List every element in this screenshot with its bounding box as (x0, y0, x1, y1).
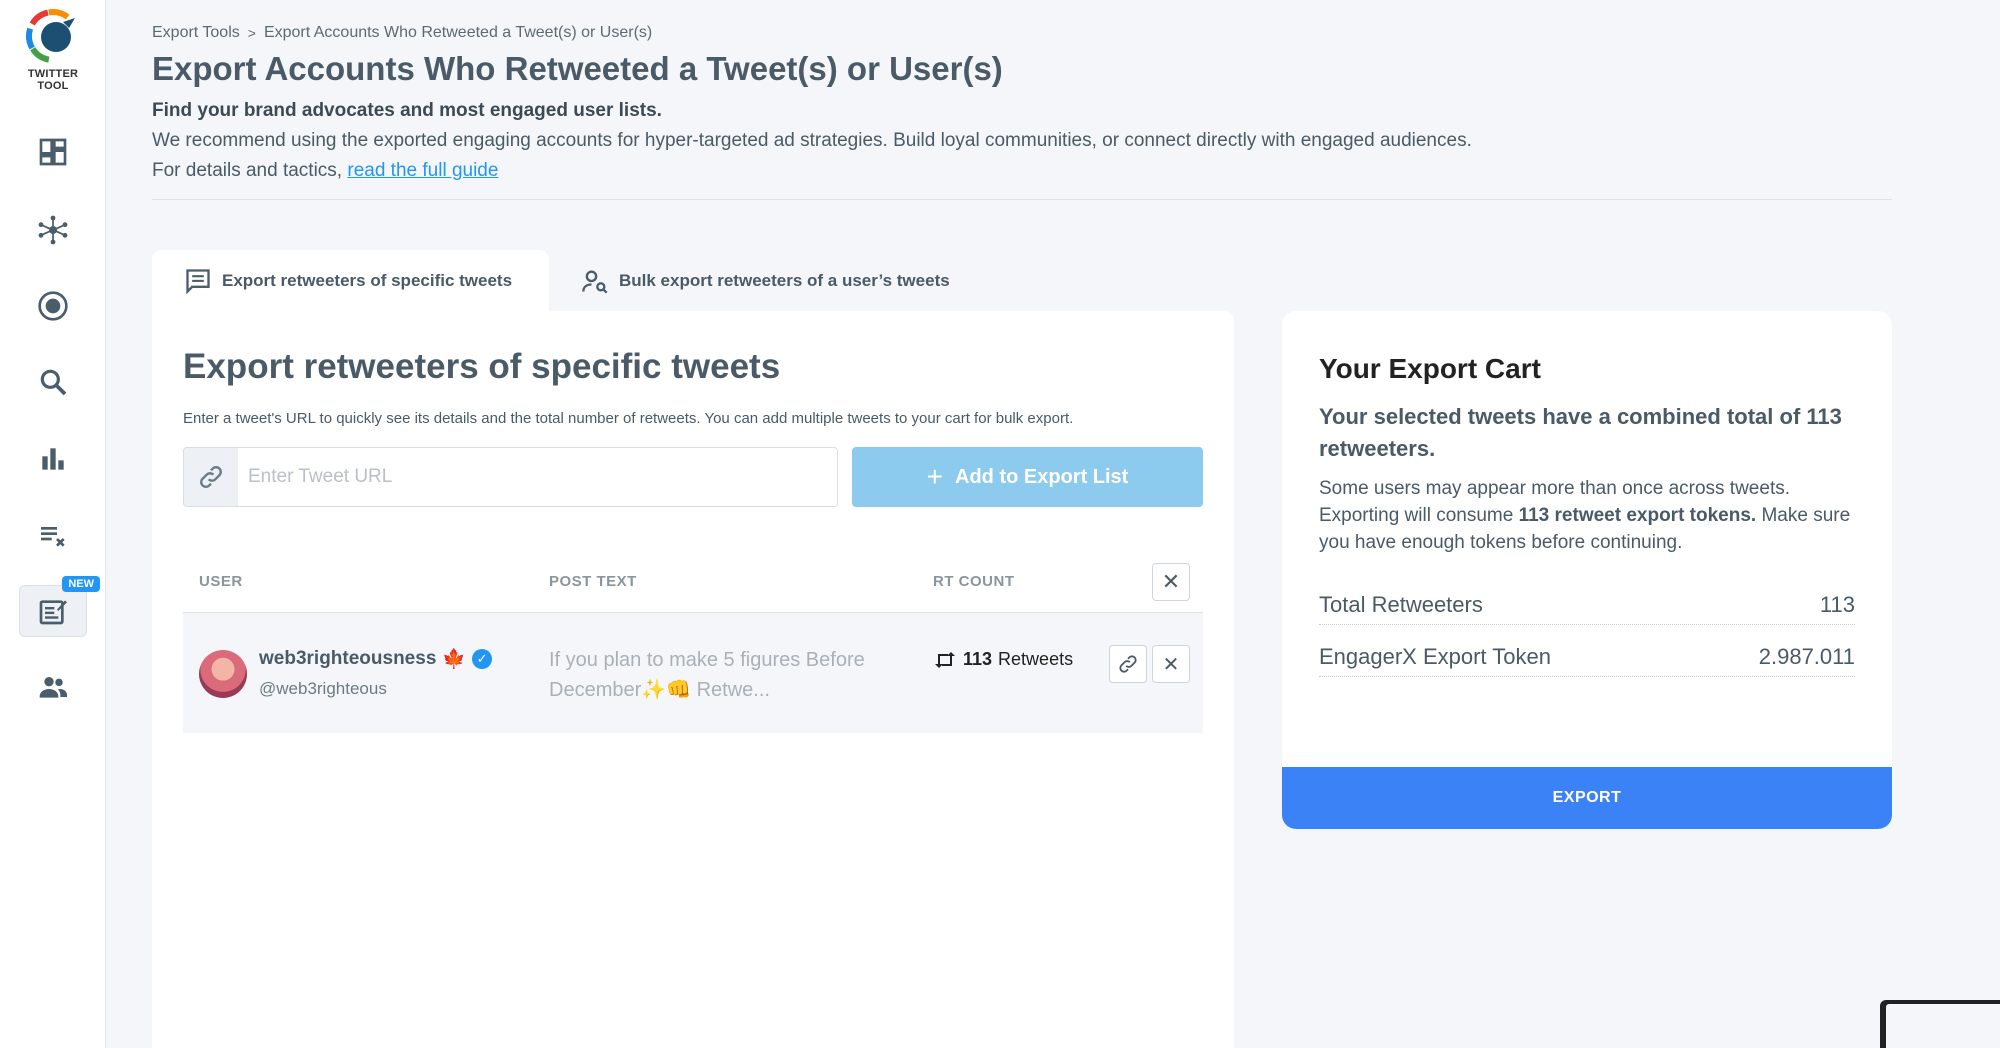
nav-list-remove[interactable] (19, 509, 87, 561)
search-icon (40, 369, 67, 396)
url-icon-box (184, 448, 238, 506)
total-retweeters-label: Total Retweeters (1319, 591, 1483, 617)
cart-note: Some users may appear more than once acr… (1319, 475, 1859, 556)
guide-line: For details and tactics, read the full g… (152, 160, 1892, 182)
bar-chart-icon (42, 448, 64, 470)
plus-icon: + (926, 461, 944, 492)
export-cart: Your Export Cart Your selected tweets ha… (1282, 311, 1892, 829)
post-text: If you plan to make 5 figures Before Dec… (549, 649, 865, 701)
nav-export[interactable]: NEW (19, 576, 100, 637)
breadcrumb-separator: > (247, 25, 256, 41)
verified-icon: ✓ (472, 649, 493, 669)
logo[interactable]: TWITTER TOOL (14, 8, 92, 92)
tab-specific-tweets[interactable]: Export retweeters of specific tweets (152, 250, 549, 312)
avatar (199, 650, 247, 698)
sidebar: TWITTER TOOL NEW (0, 0, 106, 1048)
guide-prefix: For details and tactics, (152, 160, 348, 181)
nav-network[interactable] (19, 204, 87, 256)
export-token-label: EngagerX Export Token (1319, 643, 1551, 669)
comment-icon (186, 269, 210, 295)
column-rt-count: RT COUNT (933, 573, 1015, 590)
rt-count-suffix: Retweets (998, 649, 1074, 669)
page-subtitle: Find your brand advocates and most engag… (152, 100, 662, 121)
rt-count-value: 113 (963, 649, 993, 669)
retweet-icon (935, 651, 955, 668)
list-remove-icon (41, 527, 65, 547)
panel-title: Export retweeters of specific tweets (183, 347, 781, 386)
close-icon: ✕ (1162, 653, 1180, 676)
tab-label: Export retweeters of specific tweets (222, 271, 513, 290)
user-display-name: web3righteousness 🍁 ✓ (259, 647, 493, 671)
nav-target[interactable] (19, 280, 87, 332)
open-link-button[interactable] (1109, 645, 1147, 683)
table-row: web3righteousness 🍁 ✓ @web3righteous If y… (183, 613, 1203, 733)
logo-text: TWITTER TOOL (27, 68, 79, 92)
nav-users[interactable] (19, 661, 87, 713)
close-icon: ✕ (1161, 569, 1181, 594)
export-panel: Export retweeters of specific tweets Ent… (152, 311, 1234, 1048)
dashboard-icon (39, 138, 67, 166)
user-search-icon (582, 270, 608, 294)
total-retweeters-value: 113 (1819, 591, 1855, 617)
new-badge: NEW (62, 576, 100, 592)
display-name-text: web3righteousness (259, 648, 437, 669)
link-icon (1119, 655, 1137, 673)
tab-bulk-user-tweets[interactable]: Bulk export retweeters of a user’s tweet… (549, 250, 982, 312)
breadcrumb: Export Tools > Export Accounts Who Retwe… (152, 24, 1892, 42)
nav-search[interactable] (19, 356, 87, 408)
cart-note-bold: 113 retweet export tokens. (1518, 505, 1757, 526)
breadcrumb-root[interactable]: Export Tools (152, 24, 240, 42)
add-button-label: Add to Export List (955, 465, 1129, 488)
tweet-url-field (183, 447, 838, 507)
add-to-export-button[interactable]: + Add to Export List (852, 447, 1203, 507)
tweet-url-input[interactable] (238, 448, 837, 506)
user-handle: @web3righteous (259, 679, 387, 698)
page-title: Export Accounts Who Retweeted a Tweet(s)… (152, 50, 1003, 87)
table-header: USER POST TEXT RT COUNT ✕ (183, 553, 1203, 613)
column-user: USER (199, 573, 243, 590)
export-icon (39, 600, 67, 625)
clear-all-button[interactable]: ✕ (1152, 563, 1190, 601)
network-icon (38, 215, 68, 245)
tab-label: Bulk export retweeters of a user’s tweet… (619, 271, 950, 290)
nav-dashboard[interactable] (19, 126, 87, 178)
cart-subtitle: Your selected tweets have a combined tot… (1319, 404, 1842, 461)
name-emoji: 🍁 (442, 649, 467, 670)
export-token-value: 2.987.011 (1758, 643, 1855, 669)
breadcrumb-current: Export Accounts Who Retweeted a Tweet(s)… (263, 24, 653, 41)
export-token-row: EngagerX Export Token 2.987.011 (1319, 637, 1855, 677)
panel-description: Enter a tweet's URL to quickly see its d… (183, 410, 1074, 427)
screen-thumbnail (1880, 1000, 2000, 1048)
remove-row-button[interactable]: ✕ (1152, 645, 1190, 683)
cart-title: Your Export Cart (1319, 353, 1541, 384)
target-icon (38, 291, 68, 321)
export-button[interactable]: EXPORT (1282, 767, 1892, 829)
total-retweeters-row: Total Retweeters 113 (1319, 585, 1855, 625)
header-divider (152, 199, 1892, 200)
page-header: Export Tools > Export Accounts Who Retwe… (152, 24, 1892, 182)
column-post-text: POST TEXT (549, 573, 637, 590)
rt-count: 113 Retweets (933, 649, 1073, 670)
guide-link[interactable]: read the full guide (347, 160, 498, 181)
nav-analytics[interactable] (19, 433, 87, 485)
thumbnail-preview (1886, 1004, 2000, 1048)
logo-icon (25, 8, 80, 64)
page-description: We recommend using the exported engaging… (152, 130, 1472, 151)
link-icon (200, 466, 222, 488)
users-icon (39, 677, 67, 698)
